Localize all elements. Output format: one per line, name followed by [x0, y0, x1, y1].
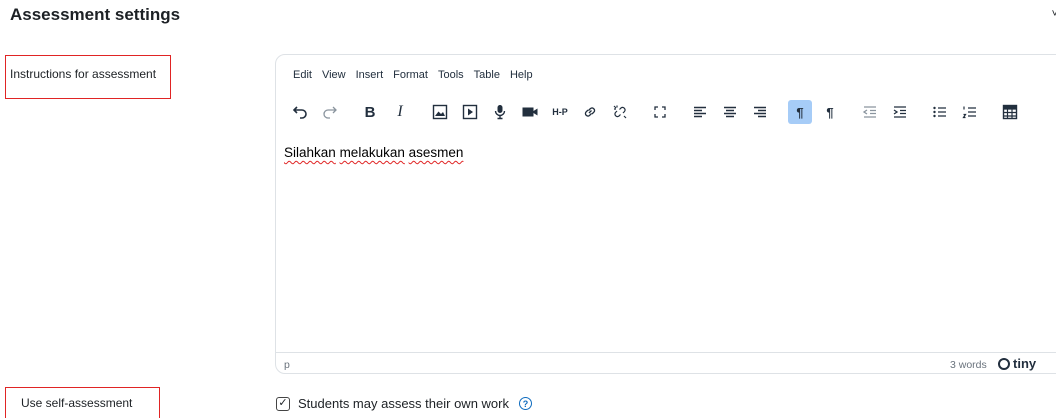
italic-icon[interactable]: I [388, 100, 412, 124]
unlink-icon[interactable] [608, 100, 632, 124]
redo-icon[interactable] [318, 100, 342, 124]
undo-icon[interactable] [288, 100, 312, 124]
link-icon[interactable] [578, 100, 602, 124]
h5p-icon[interactable]: H-P [548, 100, 572, 124]
tiny-logo-text: tiny [1013, 356, 1037, 371]
table-icon[interactable] [998, 100, 1022, 124]
instructions-label: Instructions for assessment [5, 55, 171, 99]
media-icon[interactable] [458, 100, 482, 124]
align-left-icon[interactable] [688, 100, 712, 124]
fullscreen-icon[interactable] [648, 100, 672, 124]
menu-help[interactable]: Help [510, 69, 533, 81]
tiny-logo[interactable]: tiny [998, 356, 1036, 371]
help-icon[interactable]: ? [518, 397, 532, 410]
rtl-direction-icon[interactable]: ¶ [818, 100, 842, 124]
editor-toolbar: B I H-P ¶ ¶ [288, 98, 1028, 126]
rich-text-editor: Edit View Insert Format Tools Table Help… [275, 54, 1056, 374]
element-path[interactable]: p [284, 359, 290, 371]
menu-edit[interactable]: Edit [293, 69, 312, 81]
menu-insert[interactable]: Insert [356, 69, 384, 81]
numbered-list-icon[interactable] [958, 100, 982, 124]
menu-table[interactable]: Table [474, 69, 500, 81]
indent-icon[interactable] [888, 100, 912, 124]
video-camera-icon[interactable] [518, 100, 542, 124]
ltr-direction-icon[interactable]: ¶ [788, 100, 812, 124]
self-assessment-row: ✓ Students may assess their own work ? [276, 396, 532, 411]
menu-tools[interactable]: Tools [438, 69, 464, 81]
editor-content[interactable]: Silahkan melakukan asesmen [284, 145, 463, 160]
menu-format[interactable]: Format [393, 69, 428, 81]
microphone-icon[interactable] [488, 100, 512, 124]
chevron-down-icon[interactable]: ˅ [1052, 8, 1056, 20]
word-count[interactable]: 3 words [950, 359, 987, 371]
align-right-icon[interactable] [748, 100, 772, 124]
self-assessment-checkbox-label[interactable]: Students may assess their own work [298, 396, 509, 411]
outdent-icon[interactable] [858, 100, 882, 124]
menu-view[interactable]: View [322, 69, 346, 81]
editor-menubar: Edit View Insert Format Tools Table Help [293, 69, 543, 81]
self-assessment-label: Use self-assessment [5, 387, 160, 418]
self-assessment-checkbox[interactable]: ✓ [276, 396, 290, 411]
bullet-list-icon[interactable] [928, 100, 952, 124]
bold-icon[interactable]: B [358, 100, 382, 124]
content-word: Silahkan [284, 145, 336, 160]
align-center-icon[interactable] [718, 100, 742, 124]
content-word: melakukan [339, 145, 405, 160]
image-icon[interactable] [428, 100, 452, 124]
content-word: asesmen [408, 145, 464, 160]
editor-statusbar: p 3 words tiny [276, 352, 1056, 373]
section-title[interactable]: Assessment settings [10, 5, 180, 25]
tiny-logo-icon [998, 357, 1010, 370]
